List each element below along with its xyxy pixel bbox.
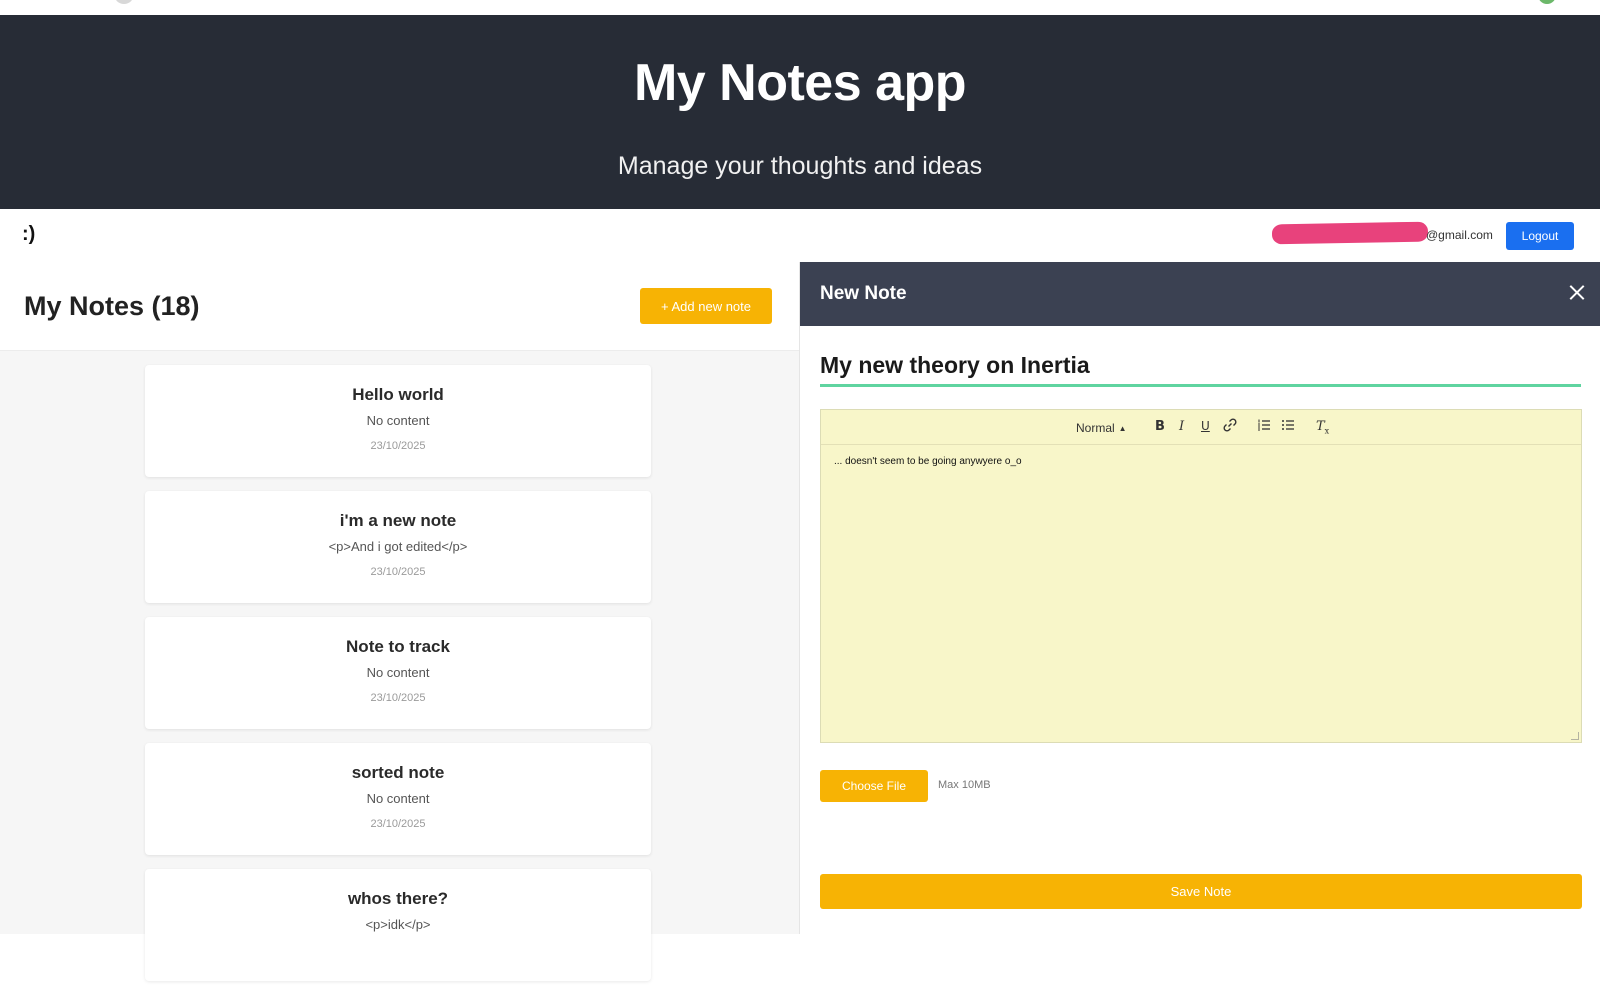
note-title: Note to track: [346, 637, 450, 656]
heading-select[interactable]: Normal ▲︎: [1076, 421, 1127, 437]
add-note-button[interactable]: + Add new note: [640, 288, 772, 324]
note-content: No content: [366, 665, 430, 680]
brand-mark: :): [22, 223, 36, 245]
notes-panel: My Notes (18) + Add new note Hello world…: [0, 262, 799, 981]
app-title: My Notes app: [633, 54, 967, 112]
app-subtitle: Manage your thoughts and ideas: [617, 152, 983, 180]
note-date: 23/10/2025: [370, 818, 426, 830]
ordered-list-icon[interactable]: [1257, 418, 1271, 434]
save-note-button[interactable]: Save Note: [820, 874, 1582, 909]
logout-button[interactable]: Logout: [1506, 222, 1574, 250]
note-content: No content: [366, 791, 430, 806]
file-size-hint: Max 10MB: [938, 779, 991, 791]
italic-icon[interactable]: I: [1179, 419, 1184, 435]
status-indicator-icon: [1538, 0, 1556, 4]
note-date: 23/10/2025: [370, 566, 426, 578]
note-title: Hello world: [352, 385, 444, 404]
notes-header: My Notes (18) + Add new note: [0, 262, 799, 351]
note-title: sorted note: [351, 763, 445, 782]
close-icon[interactable]: [1566, 282, 1588, 304]
link-icon[interactable]: [1223, 418, 1237, 434]
hero-banner: My Notes app Manage your thoughts and id…: [0, 15, 1600, 209]
editor-title: New Note: [820, 283, 907, 304]
resize-handle-icon[interactable]: [1571, 732, 1579, 740]
note-title: i'm a new note: [339, 511, 457, 530]
note-card[interactable]: Hello world No content 23/10/2025: [145, 365, 651, 477]
clear-format-icon[interactable]: Tx: [1316, 419, 1329, 436]
note-content: No content: [366, 413, 430, 428]
choose-file-button[interactable]: Choose File: [820, 770, 928, 802]
note-title: whos there?: [347, 889, 449, 908]
note-card[interactable]: sorted note No content 23/10/2025: [145, 743, 651, 855]
redaction-mark: [1271, 221, 1429, 245]
note-date: 23/10/2025: [370, 440, 426, 452]
browser-top-strip: [0, 0, 1600, 15]
browser-control-icon: [114, 0, 134, 4]
new-note-panel: New Note Normal▲︎ B I U Tx ... doesn't s…: [799, 262, 1600, 934]
user-email: @gmail.com: [1426, 228, 1493, 242]
notes-heading: My Notes (18): [24, 291, 200, 321]
note-list: Hello world No content 23/10/2025 i'm a …: [145, 365, 651, 995]
bullet-list-icon[interactable]: [1281, 418, 1295, 434]
editor-header: New Note: [800, 262, 1600, 326]
note-card[interactable]: whos there? <p>idk</p>: [145, 869, 651, 981]
note-content: <p>And i got edited</p>: [328, 539, 468, 554]
note-card[interactable]: Note to track No content 23/10/2025: [145, 617, 651, 729]
underline-icon[interactable]: U: [1201, 419, 1210, 435]
note-card[interactable]: i'm a new note <p>And i got edited</p> 2…: [145, 491, 651, 603]
editor-toolbar: Normal ▲︎ B I U Tx: [821, 410, 1581, 445]
user-bar: :) @gmail.com Logout: [0, 209, 1600, 262]
note-title-input[interactable]: [820, 347, 1581, 387]
note-date: 23/10/2025: [370, 692, 426, 704]
bold-icon[interactable]: B: [1155, 419, 1165, 435]
editor-content[interactable]: ... doesn't seem to be going anywyere o_…: [834, 456, 1022, 467]
note-content: <p>idk</p>: [365, 917, 431, 932]
rich-text-editor[interactable]: Normal ▲︎ B I U Tx ... doesn't seem to be…: [820, 409, 1582, 743]
